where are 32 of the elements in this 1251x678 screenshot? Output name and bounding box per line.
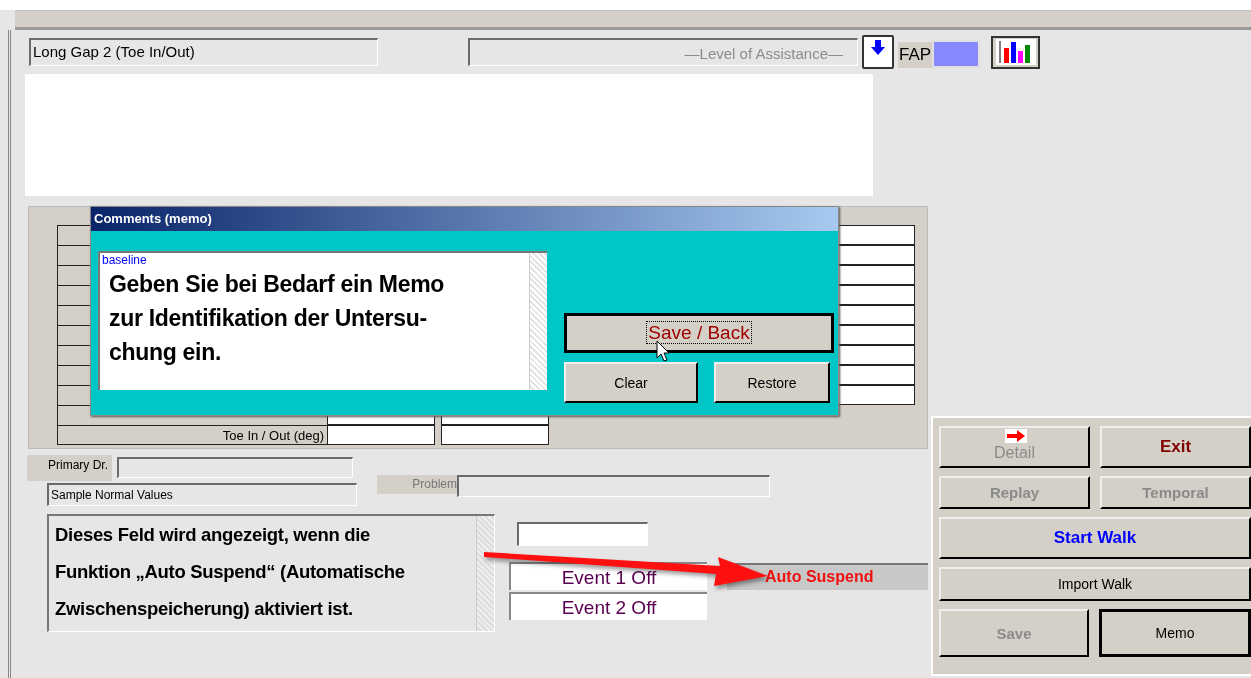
row-label: Toe In / Out (deg) <box>57 425 327 445</box>
panel-button[interactable]: Import Walk <box>939 567 1251 601</box>
dialog-button[interactable]: Restore <box>714 362 830 403</box>
event-field: Event 2 Off <box>509 592 707 620</box>
chart-button[interactable] <box>991 35 1041 69</box>
memo-label: baseline <box>102 253 148 267</box>
mouse-pointer-icon <box>656 340 670 362</box>
dialog-title: Comments (memo) <box>91 207 838 231</box>
callout-text: Dieses Feld wird angezeigt, wenn die Funktion „Auto Suspend“ (Automatische Zwischenspeicherung) aktiviert ist. <box>54 523 406 621</box>
fap-field[interactable] <box>932 40 981 68</box>
input-field[interactable] <box>517 522 648 546</box>
normal-values-field[interactable]: Sample Normal Values <box>47 483 357 506</box>
panel-button[interactable]: Start Walk <box>939 517 1251 559</box>
memo-field[interactable]: baseline Geben Sie bei Bedarf ein Memo zur Identifikation der Untersu- chung ein. <box>98 251 547 390</box>
primary-dr-label: Primary Dr. <box>27 455 112 481</box>
primary-dr-field[interactable] <box>117 457 353 478</box>
panel-button[interactable]: Memo <box>1099 609 1251 657</box>
dropdown-button[interactable] <box>862 35 894 69</box>
problem-field[interactable] <box>457 475 770 497</box>
save-back-button[interactable]: Save / Back <box>564 313 834 353</box>
panel-button[interactable]: Exit <box>1100 426 1251 468</box>
scrollbar[interactable] <box>476 516 494 631</box>
right-arrow-icon <box>1005 429 1027 443</box>
dialog-button[interactable]: Clear <box>564 362 698 403</box>
fap-label: FAP <box>898 42 933 68</box>
down-arrow-icon <box>870 40 886 56</box>
memo-text: Geben Sie bei Bedarf ein Memo zur Identifikation der Untersu- chung ein. <box>108 270 446 367</box>
auto-suspend-label: Auto Suspend <box>727 563 928 590</box>
problem-label: Problem <box>377 475 457 494</box>
title-field[interactable]: Long Gap 2 (Toe In/Out) <box>29 38 378 66</box>
scrollbar[interactable] <box>529 253 547 390</box>
bar-chart-icon <box>995 39 1036 65</box>
